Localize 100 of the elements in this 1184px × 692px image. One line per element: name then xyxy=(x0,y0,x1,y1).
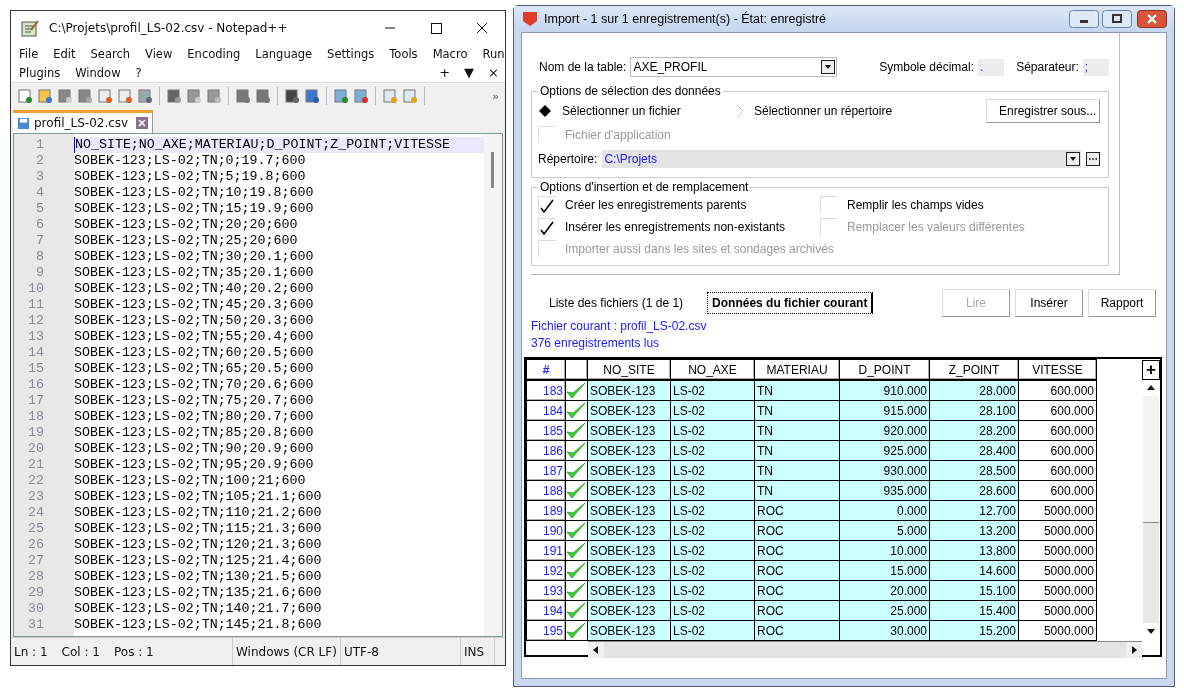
line-number: 9 xyxy=(35,265,45,281)
tab[interactable]: Liste des fichiers (1 de 1) xyxy=(545,293,688,313)
status-text: Ln : 1 xyxy=(14,644,48,659)
line-number: 22 xyxy=(27,473,45,489)
add-row-button[interactable]: + xyxy=(1142,360,1160,380)
table-cell: 5000.000 xyxy=(1043,543,1094,558)
file-tab[interactable]: profil_LS-02.csv xyxy=(13,110,154,133)
save-as-button[interactable]: Enregistrer sous... xyxy=(986,99,1100,123)
table-cell: LS-02 xyxy=(673,523,706,538)
line-number: 16 xyxy=(27,377,45,393)
menu-item[interactable]: Search xyxy=(90,46,131,61)
table-cell: ROC xyxy=(757,563,784,578)
code-line: SOBEK-123;LS-02;TN;20;20;600 xyxy=(74,217,299,233)
code-line: SOBEK-123;LS-02;TN;50;20.3;600 xyxy=(74,313,315,329)
table-cell: 600.000 xyxy=(1050,483,1094,498)
table-cell: 20.000 xyxy=(890,583,927,598)
table-cell: LS-02 xyxy=(673,463,706,478)
radio-label[interactable]: Sélectionner un fichier xyxy=(562,104,681,118)
table-cell: SOBEK-123 xyxy=(590,403,656,418)
table-cell: ROC xyxy=(757,583,784,598)
code-line: SOBEK-123;LS-02;TN;70;20.6;600 xyxy=(74,377,315,393)
table-dropdown[interactable]: AXE_PROFIL xyxy=(630,57,838,77)
line-number: 24 xyxy=(27,505,45,521)
directory-dropdown[interactable]: C:\Projets xyxy=(602,150,1081,168)
field-label: Nom de la table: xyxy=(539,60,627,74)
decimal-field[interactable]: . xyxy=(978,58,1005,76)
menu-item[interactable]: ? xyxy=(135,65,142,80)
line-number: 4 xyxy=(35,185,45,201)
code-line: SOBEK-123;LS-02;TN;130;21.5;600 xyxy=(74,569,323,585)
table-cell: LS-02 xyxy=(673,443,706,458)
line-number: 7 xyxy=(35,233,45,249)
table-cell: 925.000 xyxy=(883,443,927,458)
menu-item[interactable]: Settings xyxy=(327,46,375,61)
code-line: SOBEK-123;LS-02;TN;30;20.1;600 xyxy=(74,249,315,265)
menu-item[interactable]: Edit xyxy=(53,46,76,61)
window-title: C:\Projets\profil_LS-02.csv - Notepad++ xyxy=(49,20,289,35)
code-line: SOBEK-123;LS-02;TN;45;20.3;600 xyxy=(74,297,315,313)
menu-item[interactable]: Encoding xyxy=(187,46,241,61)
tab[interactable]: Données du fichier courant xyxy=(707,292,874,314)
table-cell: 13.800 xyxy=(979,543,1016,558)
code-line: SOBEK-123;LS-02;TN;85;20.8;600 xyxy=(74,425,315,441)
line-number: 2 xyxy=(35,153,45,169)
line-number: 13 xyxy=(27,329,45,345)
code-line: SOBEK-123;LS-02;TN;5;19.8;600 xyxy=(74,169,307,185)
menu-control[interactable]: × xyxy=(488,65,499,80)
line-number: 21 xyxy=(27,457,45,473)
table-cell: 915.000 xyxy=(883,403,927,418)
table-cell: 5000.000 xyxy=(1043,623,1094,638)
code-line: SOBEK-123;LS-02;TN;65;20.5;600 xyxy=(74,361,315,377)
table-cell: 5000.000 xyxy=(1043,563,1094,578)
table-cell: 15.400 xyxy=(979,603,1016,618)
table-cell: ROC xyxy=(757,543,784,558)
action-button[interactable]: Rapport xyxy=(1088,289,1156,317)
separator-field[interactable]: ; xyxy=(1082,58,1109,76)
code-line: SOBEK-123;LS-02;TN;0;19.7;600 xyxy=(74,153,307,169)
table-cell: LS-02 xyxy=(673,623,706,638)
menu-item[interactable]: File xyxy=(19,46,39,61)
table-cell: TN xyxy=(757,463,773,478)
menu-item[interactable]: Macro xyxy=(432,46,468,61)
checkbox-label: Importer aussi dans les sites et sondages archivés xyxy=(565,242,834,256)
code-line: SOBEK-123;LS-02;TN;15;19.9;600 xyxy=(74,201,315,217)
status-text: Pos : 1 xyxy=(114,644,154,659)
table-cell: TN xyxy=(757,483,773,498)
table-cell: 28.200 xyxy=(979,423,1016,438)
menu-item[interactable]: Tools xyxy=(389,46,418,61)
table-cell: LS-02 xyxy=(673,423,706,438)
line-number: 19 xyxy=(27,425,45,441)
menu-item[interactable]: Run xyxy=(482,46,505,61)
line-number: 27 xyxy=(27,553,45,569)
table-cell: ROC xyxy=(757,603,784,618)
table-cell: 25.000 xyxy=(890,603,927,618)
code-line: SOBEK-123;LS-02;TN;40;20.2;600 xyxy=(74,281,315,297)
table-cell: TN xyxy=(757,383,773,398)
line-number: 12 xyxy=(27,313,45,329)
toolbar-overflow[interactable]: » xyxy=(492,89,499,103)
code-line: SOBEK-123;LS-02;TN;145;21.8;600 xyxy=(74,617,323,633)
menu-item[interactable]: Plugins xyxy=(19,65,61,80)
table-cell: LS-02 xyxy=(673,583,706,598)
line-number: 10 xyxy=(27,281,45,297)
table-cell: 600.000 xyxy=(1050,443,1094,458)
table-cell: TN xyxy=(757,423,773,438)
line-number: 8 xyxy=(35,249,45,265)
menu-control[interactable]: ▼ xyxy=(464,65,475,80)
table-cell: 10.000 xyxy=(890,543,927,558)
radio-label[interactable]: Sélectionner un répertoire xyxy=(754,104,893,118)
checkbox-label: Créer les enregistrements parents xyxy=(565,198,747,212)
menu-item[interactable]: Window xyxy=(75,65,121,80)
code-line: SOBEK-123;LS-02;TN;95;20.9;600 xyxy=(74,457,315,473)
line-number: 23 xyxy=(27,489,45,505)
table-cell: SOBEK-123 xyxy=(590,603,656,618)
table-cell: 13.200 xyxy=(979,523,1016,538)
table-cell: LS-02 xyxy=(673,383,706,398)
table-cell: 15.000 xyxy=(890,563,927,578)
action-button[interactable]: Insérer xyxy=(1015,289,1083,317)
menu-control[interactable]: + xyxy=(439,65,451,80)
table-cell: SOBEK-123 xyxy=(590,383,656,398)
menu-item[interactable]: View xyxy=(145,46,173,61)
menu-item[interactable]: Language xyxy=(255,46,313,61)
code-line: SOBEK-123;LS-02;TN;90;20.9;600 xyxy=(74,441,315,457)
table-cell: 12.700 xyxy=(979,503,1016,518)
